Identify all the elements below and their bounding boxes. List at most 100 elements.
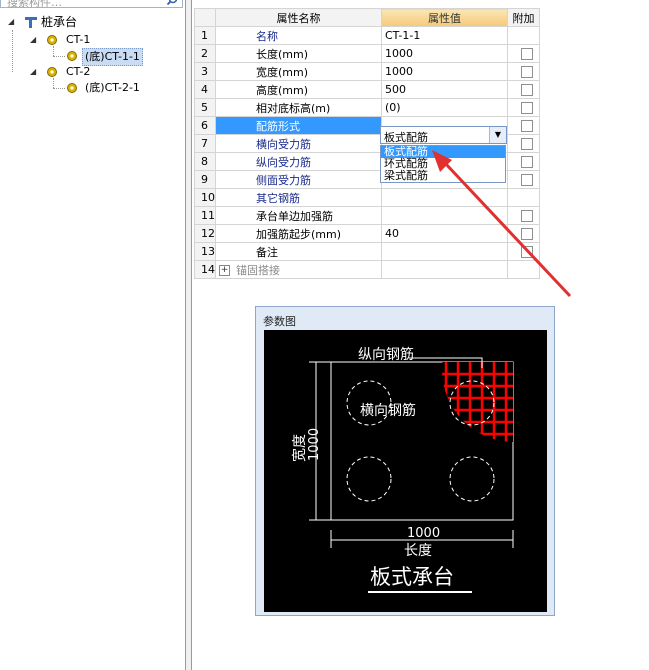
expand-icon[interactable]: + (219, 265, 230, 276)
extra-checkbox[interactable] (521, 102, 533, 114)
property-name: 宽度(mm) (215, 62, 382, 81)
property-value[interactable] (381, 260, 508, 279)
header-name[interactable]: 属性名称 (215, 8, 382, 27)
row-number: 5 (194, 98, 216, 117)
length-value: 1000 (407, 526, 440, 541)
tree-node-label: (底)CT-2-1 (85, 81, 140, 94)
property-value[interactable]: 500 (381, 80, 508, 99)
row-number: 1 (194, 26, 216, 45)
extra-checkbox[interactable] (521, 138, 533, 150)
extra-checkbox[interactable] (521, 120, 533, 132)
panel-splitter[interactable] (186, 0, 192, 670)
extra-checkbox[interactable] (521, 174, 533, 186)
extra-checkbox[interactable] (521, 156, 533, 168)
select-value: 板式配筋 (384, 131, 428, 144)
pile-cap-icon (25, 17, 37, 28)
property-name: 加强筋起步(mm) (215, 224, 382, 243)
extra-cell (507, 116, 540, 135)
grid-row[interactable]: 3 宽度(mm) 1000 (194, 62, 540, 81)
property-value[interactable]: CT-1-1 (381, 26, 508, 45)
property-name: 其它钢筋 (215, 188, 382, 207)
extra-cell (507, 224, 540, 243)
dropdown-list: 板式配筋 环式配筋 梁式配筋 (380, 145, 506, 183)
extra-cell (507, 260, 540, 279)
extra-cell (507, 242, 540, 261)
header-value[interactable]: 属性值 (381, 8, 508, 27)
property-name: 高度(mm) (215, 80, 382, 99)
grid-row[interactable]: 11 承台单边加强筋 (194, 206, 540, 225)
grid-header: 属性名称 属性值 附加 (194, 8, 540, 27)
param-diagram: 纵向钢筋 横向钢筋 宽度 1000 1000 长度 板式承台 (264, 330, 547, 612)
dropdown-arrow-icon[interactable]: ▼ (489, 127, 506, 143)
grid-row[interactable]: 12 加强筋起步(mm) 40 (194, 224, 540, 243)
grid-row[interactable]: 10 其它钢筋 (194, 188, 540, 207)
label-long-rebar: 纵向钢筋 (358, 346, 414, 363)
tree-line (53, 56, 65, 57)
extra-cell (507, 206, 540, 225)
extra-cell (507, 80, 540, 99)
search-input[interactable]: 搜索构件… (7, 0, 62, 10)
row-number: 12 (194, 224, 216, 243)
row-number: 7 (194, 134, 216, 153)
row-number: 10 (194, 188, 216, 207)
property-value[interactable]: 1000 (381, 62, 508, 81)
header-extra[interactable]: 附加 (507, 8, 540, 27)
tree-node-label-selected: (底)CT-1-1 (82, 48, 143, 66)
property-name: 侧面受力筋 (215, 170, 382, 189)
property-value[interactable]: (0) (381, 98, 508, 117)
property-value[interactable] (381, 206, 508, 225)
property-name: 名称 (215, 26, 382, 45)
collapse-icon[interactable]: ◢ (8, 18, 16, 26)
param-window-title: 参数图 (263, 315, 296, 328)
row-number: 6 (194, 116, 216, 135)
diagram-caption: 板式承台 (370, 565, 454, 589)
extra-checkbox[interactable] (521, 210, 533, 222)
row-number: 8 (194, 152, 216, 171)
tree-line (53, 78, 54, 88)
grid-row[interactable]: 13 备注 (194, 242, 540, 261)
collapse-icon[interactable]: ◢ (30, 68, 38, 76)
grid-row[interactable]: 4 高度(mm) 500 (194, 80, 540, 99)
extra-cell (507, 26, 540, 45)
property-name-group[interactable]: + 锚固搭接 (215, 260, 382, 279)
dropdown-option[interactable]: 梁式配筋 (381, 170, 505, 182)
grid-row[interactable]: 5 相对底标高(m) (0) (194, 98, 540, 117)
extra-checkbox[interactable] (521, 84, 533, 96)
rebar-form-select[interactable]: 板式配筋 ▼ (380, 126, 507, 144)
row-number: 13 (194, 242, 216, 261)
tree-node-label: CT-1 (66, 33, 91, 46)
property-value[interactable]: 1000 (381, 44, 508, 63)
grid-row[interactable]: 14 + 锚固搭接 (194, 260, 540, 279)
grid-row[interactable]: 1 名称 CT-1-1 (194, 26, 540, 45)
component-tree-panel: 搜索构件… ◢ 桩承台 ◢ CT-1 (底)CT-1-1 ◢ CT-2 (底)C… (0, 0, 186, 670)
gear-icon (47, 35, 57, 45)
label-length: 长度 (404, 543, 432, 559)
property-name: 长度(mm) (215, 44, 382, 63)
extra-checkbox[interactable] (521, 48, 533, 60)
property-name: 横向受力筋 (215, 134, 382, 153)
gear-icon (47, 67, 57, 77)
width-value: 1000 (307, 428, 322, 461)
tree-line (53, 88, 65, 89)
grid-row[interactable]: 2 长度(mm) 1000 (194, 44, 540, 63)
search-box[interactable]: 搜索构件… (0, 0, 183, 10)
tree-node-label: 桩承台 (41, 15, 78, 29)
tree-line (53, 46, 54, 56)
property-value[interactable]: 40 (381, 224, 508, 243)
label-width: 宽度 (291, 434, 308, 462)
property-name: 配筋形式 (215, 116, 382, 135)
row-number: 14 (194, 260, 216, 279)
extra-checkbox[interactable] (521, 246, 533, 258)
property-value[interactable] (381, 188, 508, 207)
property-value[interactable] (381, 242, 508, 261)
gear-icon (67, 51, 77, 61)
collapse-icon[interactable]: ◢ (30, 36, 38, 44)
tree-node-label: CT-2 (66, 65, 91, 78)
property-name: 锚固搭接 (236, 263, 280, 277)
property-name: 纵向受力筋 (215, 152, 382, 171)
search-icon[interactable] (166, 0, 180, 7)
extra-checkbox[interactable] (521, 66, 533, 78)
row-number: 2 (194, 44, 216, 63)
extra-checkbox[interactable] (521, 228, 533, 240)
extra-cell (507, 98, 540, 117)
